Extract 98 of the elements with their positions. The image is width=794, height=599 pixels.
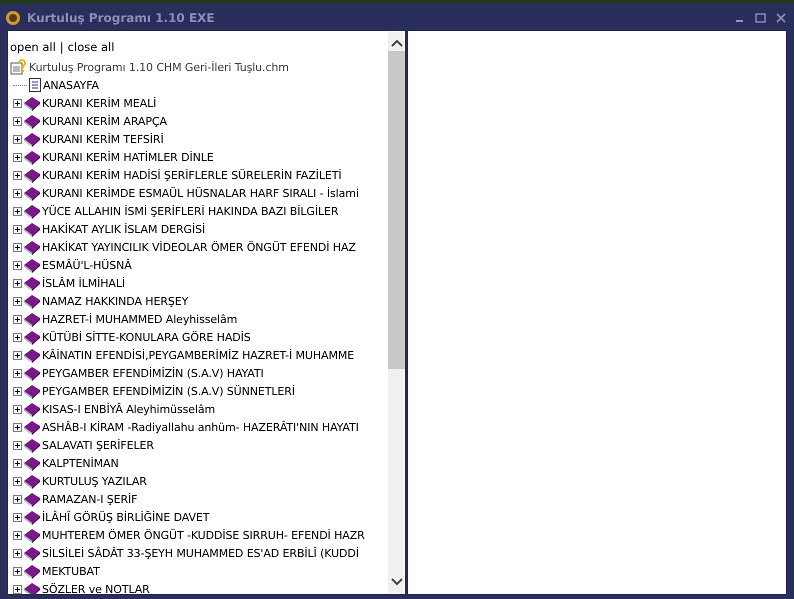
tree-item[interactable]: KÂİNATIN EFENDİSİ,PEYGAMBERİMİZ HAZRET-İ MUHAMME	[42, 348, 354, 362]
expand-icon[interactable]	[13, 134, 22, 144]
book-icon	[23, 239, 41, 255]
tree-item[interactable]: PEYGAMBER EFENDİMİZİN (S.A.V) HAYATI	[42, 366, 264, 380]
scroll-up-icon[interactable]	[390, 39, 402, 47]
book-icon	[23, 203, 41, 219]
book-icon	[23, 581, 41, 594]
tree-item[interactable]: KURANI KERİM TEFSİRİ	[42, 132, 164, 146]
tree-item[interactable]: ASHÂB-I KİRAM -Radiyallahu anhüm- HAZERÂTI'NIN HAYATI	[42, 420, 359, 434]
book-icon	[23, 491, 41, 507]
tree-item[interactable]: İLÂHÎ GÖRÜŞ BİRLİĞİNE DAVET	[42, 510, 210, 524]
book-icon	[23, 437, 41, 453]
expand-icon[interactable]	[13, 188, 22, 198]
tree-item[interactable]: KÜTÜBİ SİTTE-KONULARA GÖRE HADİS	[42, 330, 251, 344]
expand-icon[interactable]	[13, 242, 22, 252]
book-icon	[23, 563, 41, 579]
book-icon	[23, 113, 41, 129]
close-all-link[interactable]: close all	[68, 40, 114, 54]
window-title: Kurtuluş Programı 1.10 EXE	[27, 10, 216, 24]
expand-icon[interactable]	[13, 332, 22, 342]
expand-icon[interactable]	[13, 422, 22, 432]
expand-icon[interactable]	[13, 584, 22, 594]
tree-item[interactable]: SALAVATI ŞERİFELER	[42, 438, 154, 452]
expand-icon[interactable]	[13, 512, 22, 522]
page-icon	[28, 77, 42, 93]
expand-icon[interactable]	[13, 440, 22, 450]
tree-item[interactable]: YÜCE ALLAHIN İSMİ ŞERİFLERİ HAKINDA BAZI BİLGİLER	[42, 204, 338, 218]
separator-text: |	[60, 40, 64, 54]
expand-icon[interactable]	[13, 368, 22, 378]
expand-icon[interactable]	[13, 260, 22, 270]
tree-item[interactable]: HAZRET-İ MUHAMMED Aleyhisselâm	[42, 312, 238, 326]
book-icon	[23, 329, 41, 345]
expand-icon[interactable]	[13, 278, 22, 288]
book-icon	[23, 275, 41, 291]
tree-item[interactable]: KURANI KERİM MEALİ	[42, 96, 156, 110]
tree-item[interactable]: KISAS-I ENBİYÂ Aleyhimüsselâm	[42, 402, 216, 416]
expand-icon[interactable]	[13, 476, 22, 486]
tree-item[interactable]: ESMÂÜ'L-HÜSNÂ	[42, 258, 132, 272]
tree-item[interactable]: HAKİKAT AYLIK İSLAM DERGİSİ	[42, 222, 206, 236]
book-icon	[23, 167, 41, 183]
expand-icon[interactable]	[13, 170, 22, 180]
expand-icon[interactable]	[13, 152, 22, 162]
book-icon	[23, 149, 41, 165]
book-icon	[23, 527, 41, 543]
expand-icon[interactable]	[13, 350, 22, 360]
book-icon	[23, 473, 41, 489]
tree-item[interactable]: KURTULUŞ YAZILAR	[42, 474, 147, 488]
expand-icon[interactable]	[13, 224, 22, 234]
expand-icon[interactable]	[13, 404, 22, 414]
expand-icon[interactable]	[13, 458, 22, 468]
expand-icon[interactable]	[13, 116, 22, 126]
expand-icon[interactable]	[13, 530, 22, 540]
expand-icon[interactable]	[13, 386, 22, 396]
expand-icon[interactable]	[13, 98, 22, 108]
tree-item[interactable]: KURANI KERİM HADİSİ ŞERİFLERLE SÜRELERİN FAZİLETİ	[42, 168, 342, 182]
book-icon	[23, 455, 41, 471]
expand-icon[interactable]	[13, 566, 22, 576]
tree-item[interactable]: ANASAYFA	[43, 78, 99, 92]
book-icon	[23, 131, 41, 147]
book-icon	[23, 509, 41, 525]
book-icon	[23, 419, 41, 435]
book-icon	[23, 95, 41, 111]
tree-item[interactable]: HAKİKAT YAYINCILIK VİDEOLAR ÖMER ÖNGÜT EFENDİ HAZ	[42, 240, 356, 254]
book-icon	[23, 311, 41, 327]
tree-item[interactable]: KURANI KERİM HATİMLER DİNLE	[42, 150, 214, 164]
book-icon	[23, 221, 41, 237]
maximize-icon[interactable]	[755, 12, 766, 22]
tree-item[interactable]: KURANI KERİM ARAPÇA	[42, 114, 167, 128]
scrollbar-thumb[interactable]	[388, 51, 405, 369]
expand-icon[interactable]	[13, 206, 22, 216]
book-icon	[23, 401, 41, 417]
book-icon	[23, 347, 41, 363]
tree-item[interactable]: KURANI KERİMDE ESMAÜL HÜSNALAR HARF SIRALI - İslami	[42, 186, 359, 200]
scroll-down-icon[interactable]	[390, 578, 402, 586]
app-icon	[5, 10, 21, 26]
tree-item[interactable]: SÖZLER ve NOTLAR	[42, 582, 150, 594]
expand-icon[interactable]	[13, 296, 22, 306]
expand-icon[interactable]	[13, 548, 22, 558]
expand-icon[interactable]	[13, 314, 22, 324]
tree-item[interactable]: RAMAZAN-I ŞERİF	[42, 492, 138, 506]
tree-item[interactable]: Kurtuluş Programı 1.10 CHM Geri-İleri Tuşlu.chm	[29, 60, 289, 74]
book-icon	[23, 383, 41, 399]
book-icon	[23, 185, 41, 201]
book-icon	[23, 257, 41, 273]
tree-item[interactable]: MUHTEREM ÖMER ÖNGÜT -KUDDİSE SIRRUH- EFENDİ HAZR	[42, 528, 365, 542]
tree-item[interactable]: SİLSİLEİ SÂDÂT 33-ŞEYH MUHAMMED ES'AD ERBİLÎ (KUDDİ	[42, 546, 359, 560]
book-icon	[23, 293, 41, 309]
open-all-link[interactable]: open all	[10, 40, 56, 54]
expand-icon[interactable]	[13, 494, 22, 504]
tree-item[interactable]: İSLÂM İLMİHALİ	[42, 276, 125, 290]
tree-item[interactable]: MEKTUBAT	[42, 564, 100, 578]
tree-item[interactable]: NAMAZ HAKKINDA HERŞEY	[42, 294, 188, 308]
close-icon[interactable]	[776, 12, 786, 22]
tree-item[interactable]: KALPTENİMAN	[42, 456, 119, 470]
scrollbar[interactable]	[388, 31, 405, 594]
tree-item[interactable]: PEYGAMBER EFENDİMİZİN (S.A.V) SÜNNETLERİ	[42, 384, 295, 398]
book-icon	[23, 365, 41, 381]
book-icon	[23, 545, 41, 561]
